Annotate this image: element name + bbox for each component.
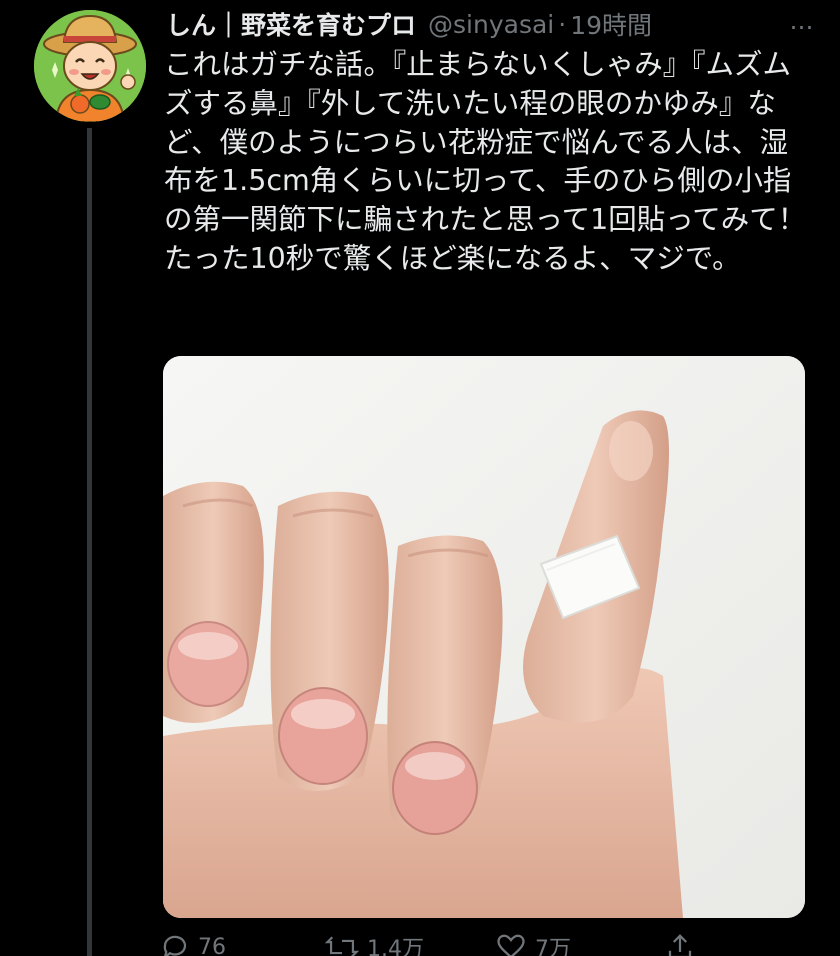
retweet-icon: [325, 936, 359, 956]
reply-count: 76: [198, 934, 226, 956]
like-count: 7万: [535, 937, 571, 956]
retweet-count: 1.4万: [367, 937, 424, 956]
heart-icon: [497, 934, 525, 956]
timestamp[interactable]: 19時間: [570, 6, 652, 42]
thread-line: [87, 128, 92, 956]
like-button[interactable]: 7万: [495, 931, 665, 956]
avatar-illustration: [34, 10, 146, 122]
share-button[interactable]: [665, 932, 695, 956]
user-handle[interactable]: @sinyasai: [428, 10, 554, 39]
hand-with-bandage-photo: [163, 356, 805, 918]
separator-dot: ·: [558, 9, 567, 39]
tweet[interactable]: しん｜野菜を育むプロ @sinyasai · 19時間 … これはガチな話。『止…: [0, 0, 840, 956]
tweet-text: これはガチな話。『止まらないくしゃみ』『ムズムズする鼻』『外して洗いたい程の眼の…: [164, 48, 807, 275]
retweet-button[interactable]: 1.4万: [325, 931, 495, 956]
tweet-photo[interactable]: [163, 356, 805, 918]
reply-icon: [163, 935, 187, 956]
tweet-header: しん｜野菜を育むプロ @sinyasai · 19時間: [166, 4, 820, 44]
share-icon: [668, 934, 692, 956]
reply-button[interactable]: 76: [160, 932, 325, 956]
tweet-actions: 76 1.4万 7万: [160, 932, 720, 956]
display-name[interactable]: しん｜野菜を育むプロ: [166, 6, 416, 42]
avatar[interactable]: [34, 10, 146, 122]
more-options-icon[interactable]: …: [780, 6, 824, 36]
